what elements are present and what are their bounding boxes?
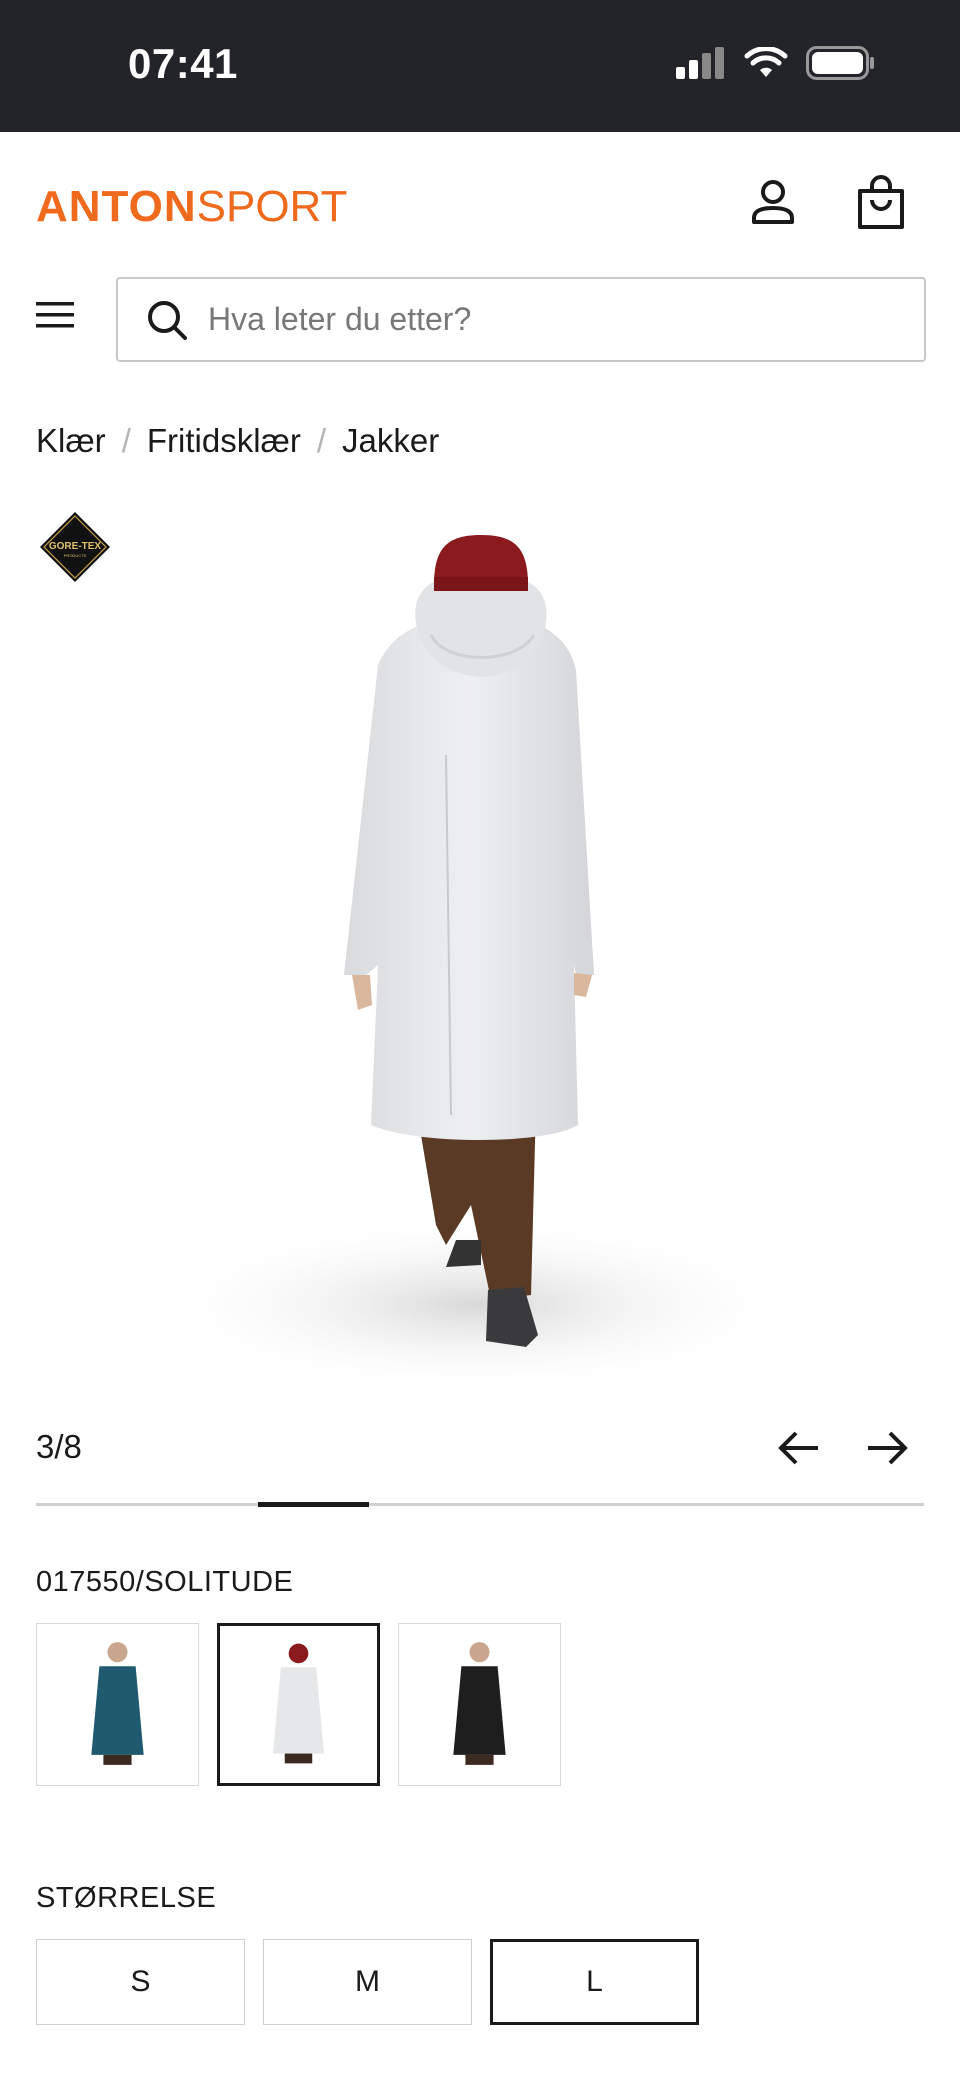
- swatch-thumbnail: [453, 1642, 506, 1765]
- cart-button[interactable]: [856, 174, 906, 230]
- user-icon: [752, 180, 794, 224]
- wifi-icon: [744, 47, 788, 77]
- status-icons: [676, 46, 876, 80]
- logo-light-text: SPORT: [196, 182, 348, 231]
- search-icon: [148, 300, 187, 340]
- color-swatch-solitude[interactable]: [217, 1623, 380, 1786]
- badge-subtext: PRODUCTS: [64, 553, 87, 558]
- gallery-counter: 3/8: [36, 1428, 82, 1465]
- shopping-bag-icon: [858, 175, 904, 229]
- menu-button[interactable]: [36, 300, 80, 340]
- arrow-left-icon: [778, 1431, 818, 1465]
- size-button-m[interactable]: M: [263, 1939, 472, 2025]
- swatch-thumbnail: [272, 1643, 325, 1764]
- hamburger-menu-icon: [36, 302, 74, 328]
- size-selector: S M L: [36, 1939, 699, 2025]
- previous-image-button[interactable]: [776, 1428, 822, 1468]
- status-time: 07:41: [128, 40, 238, 87]
- breadcrumb-separator: /: [316, 422, 327, 459]
- next-image-button[interactable]: [864, 1428, 910, 1468]
- account-button[interactable]: [748, 178, 798, 228]
- color-label: 017550/SOLITUDE: [36, 1566, 294, 1598]
- breadcrumb-item-jakker[interactable]: Jakker: [342, 422, 439, 460]
- product-image[interactable]: [146, 505, 814, 1397]
- gallery-progress-indicator: [258, 1502, 369, 1507]
- site-header: ANTON SPORT: [0, 132, 960, 282]
- badge-text: GORE-TEX: [49, 541, 102, 552]
- breadcrumb-separator: /: [121, 422, 131, 459]
- search-input[interactable]: [208, 301, 888, 338]
- breadcrumb-item-fritidsklaer[interactable]: Fritidsklær: [147, 422, 301, 460]
- swatch-thumbnail: [91, 1642, 144, 1765]
- breadcrumb: Klær / Fritidsklær / Jakker: [36, 422, 439, 460]
- color-swatches: [36, 1623, 561, 1786]
- status-bar: 07:41: [0, 0, 960, 132]
- gallery-progress-track: [36, 1502, 924, 1507]
- breadcrumb-item-klaer[interactable]: Klær: [36, 422, 106, 460]
- gore-tex-logo: GORE-TEX PRODUCTS: [40, 512, 110, 582]
- site-logo[interactable]: ANTON SPORT: [36, 182, 347, 232]
- size-label: STØRRELSE: [36, 1882, 217, 1914]
- size-button-s[interactable]: S: [36, 1939, 245, 2025]
- signal-icon: [676, 47, 724, 79]
- product-photo: [146, 535, 806, 1395]
- size-button-l[interactable]: L: [490, 1939, 699, 2025]
- arrow-right-icon: [868, 1431, 908, 1465]
- search-box[interactable]: [116, 277, 926, 362]
- color-swatch-teal[interactable]: [36, 1623, 199, 1786]
- gore-tex-badge: GORE-TEX PRODUCTS: [38, 510, 112, 584]
- color-swatch-black[interactable]: [398, 1623, 561, 1786]
- logo-bold-text: ANTON: [36, 182, 197, 231]
- battery-icon: [806, 46, 874, 80]
